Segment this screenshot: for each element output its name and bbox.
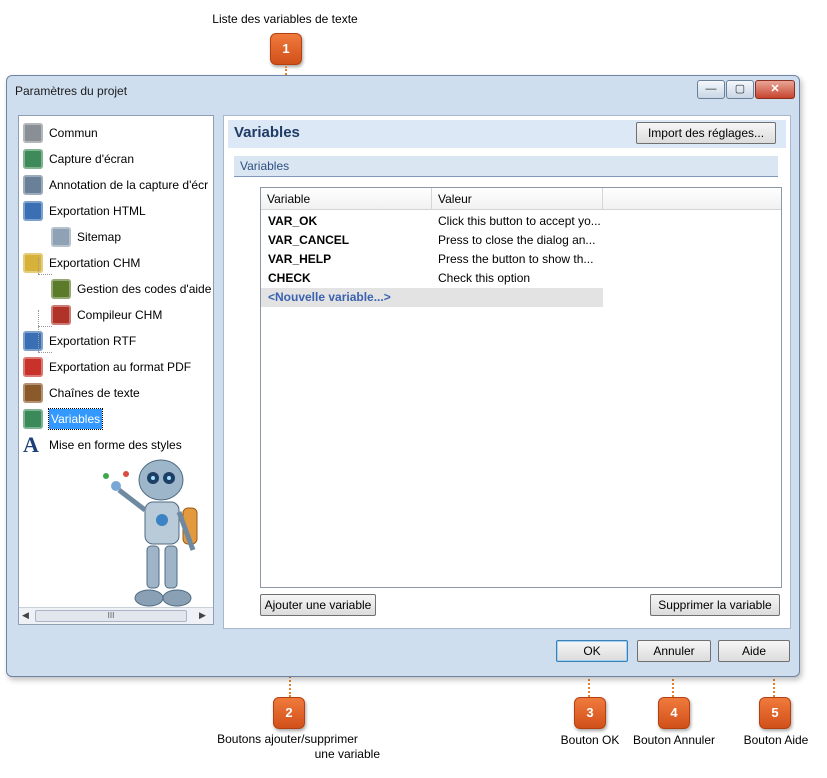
tree-item-exportation-html[interactable]: Exportation HTML <box>49 200 146 222</box>
column-header-value[interactable]: Valeur <box>432 188 603 210</box>
callout-5-label: Bouton Aide <box>743 733 809 747</box>
tree-item-exportation-au-format-pdf[interactable]: Exportation au format PDF <box>49 356 191 378</box>
variable-value-cell[interactable]: Press the button to show th... <box>438 250 601 269</box>
section-header: Variables <box>234 156 778 177</box>
section-label: Variables <box>240 159 290 173</box>
tree-connector <box>38 274 52 275</box>
callout-4-label: Bouton Annuler <box>632 733 716 747</box>
maximize-button[interactable]: ▢ <box>726 80 754 99</box>
pdf-export-icon <box>23 357 43 377</box>
cancel-button[interactable]: Annuler <box>637 640 711 662</box>
scroll-thumb[interactable]: III <box>35 610 187 622</box>
tree-connector <box>38 326 52 327</box>
variables-grid[interactable]: Variable Valeur VAR_OK Click this button … <box>260 187 782 588</box>
window-title: Paramètres du projet <box>15 84 128 98</box>
help-button[interactable]: Aide <box>718 640 790 662</box>
callout-3-label: Bouton OK <box>560 733 620 747</box>
tree-connector <box>38 352 52 353</box>
variable-name-cell[interactable]: VAR_CANCEL <box>268 231 428 250</box>
callout-1-badge: 1 <box>270 33 302 65</box>
sitemap-icon <box>51 227 71 247</box>
callout-3-badge: 3 <box>574 697 606 729</box>
tree-connector <box>38 310 39 352</box>
new-variable-label[interactable]: <Nouvelle variable...> <box>261 290 391 304</box>
tree-item-annotation-de-la-capture-d-cr[interactable]: Annotation de la capture d'écr <box>49 174 208 196</box>
settings-tree[interactable]: Commun Capture d'écran Annotation de la ca… <box>18 115 214 625</box>
scroll-right-arrow[interactable]: ▶ <box>199 610 206 621</box>
import-settings-button[interactable]: Import des réglages... <box>636 122 776 144</box>
variables-icon <box>23 409 43 429</box>
compiler-gear-icon <box>51 305 71 325</box>
ok-button[interactable]: OK <box>556 640 628 662</box>
callout-2-label-line1: Boutons ajouter/supprimer <box>217 732 358 746</box>
variable-name-cell[interactable]: CHECK <box>268 269 428 288</box>
callout-1-label: Liste des variables de texte <box>212 12 358 26</box>
html-export-icon <box>23 201 43 221</box>
tree-item-commun[interactable]: Commun <box>49 122 98 144</box>
tree-connector <box>38 258 39 274</box>
close-button[interactable]: ✕ <box>755 80 795 99</box>
callout-2-badge: 2 <box>273 697 305 729</box>
project-settings-dialog: Paramètres du projet — ▢ ✕ Commun Capture… <box>6 75 800 677</box>
delete-variable-button[interactable]: Supprimer la variable <box>650 594 780 616</box>
column-header-variable[interactable]: Variable <box>261 188 432 210</box>
variable-value-cell[interactable]: Check this option <box>438 269 601 288</box>
variable-name-cell[interactable]: VAR_HELP <box>268 250 428 269</box>
chm-export-icon <box>23 253 43 273</box>
tree-item-exportation-chm[interactable]: Exportation CHM <box>49 252 140 274</box>
panel-title: Variables <box>234 124 300 141</box>
new-variable-row[interactable]: <Nouvelle variable...> <box>261 288 603 307</box>
tree-item-exportation-rtf[interactable]: Exportation RTF <box>49 330 136 352</box>
tree-item-variables[interactable]: Variables <box>47 408 104 430</box>
callout-2-label-line2: une variable <box>314 747 380 761</box>
variable-name-cell[interactable]: VAR_OK <box>268 212 428 231</box>
robot-mascot-illustration <box>103 459 198 607</box>
tree-item-gestion-des-codes-d-aide[interactable]: Gestion des codes d'aide <box>77 278 211 300</box>
scroll-left-arrow[interactable]: ◀ <box>22 610 29 621</box>
panel-header: Variables Import des réglages... <box>228 120 786 148</box>
add-variable-button[interactable]: Ajouter une variable <box>260 594 376 616</box>
callout-4-badge: 4 <box>658 697 690 729</box>
screen-capture-icon <box>23 149 43 169</box>
tree-item-sitemap[interactable]: Sitemap <box>77 226 121 248</box>
tree-horizontal-scrollbar[interactable]: ◀ III ▶ <box>19 607 213 624</box>
gear-icon <box>23 123 43 143</box>
tree-item-capture-d-cran[interactable]: Capture d'écran <box>49 148 134 170</box>
column-header-empty <box>603 188 781 210</box>
variables-panel: Variables Import des réglages... Variabl… <box>223 115 791 629</box>
minimize-button[interactable]: — <box>697 80 725 99</box>
variable-value-cell[interactable]: Press to close the dialog an... <box>438 231 601 250</box>
rtf-export-icon <box>23 331 43 351</box>
annotation-gear-icon <box>23 175 43 195</box>
tree-item-cha-nes-de-texte[interactable]: Chaînes de texte <box>49 382 140 404</box>
font-a-icon: A <box>23 432 39 457</box>
tree-item-compileur-chm[interactable]: Compileur CHM <box>77 304 162 326</box>
callout-5-badge: 5 <box>759 697 791 729</box>
variable-value-cell[interactable]: Click this button to accept yo... <box>438 212 601 231</box>
help-id-icon <box>51 279 71 299</box>
text-strings-icon <box>23 383 43 403</box>
